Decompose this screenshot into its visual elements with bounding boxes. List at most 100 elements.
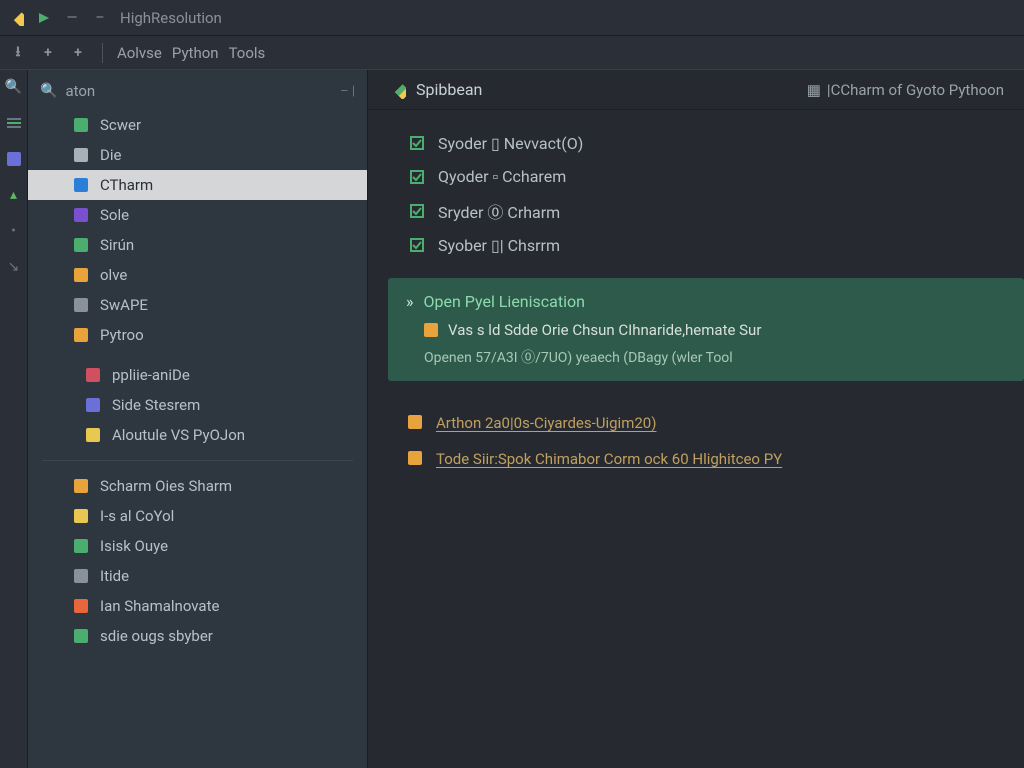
tree-item-label: Itide — [100, 567, 129, 585]
toolbar-label-3[interactable]: Tools — [229, 44, 266, 62]
toolbar-add1-icon[interactable]: + — [38, 43, 58, 63]
tree-item[interactable]: sdie ougs sbyber — [28, 621, 367, 651]
tree-item[interactable]: Scwer — [28, 110, 367, 140]
tree-item-label: SwAPE — [100, 296, 148, 314]
panel-title-row: » Open Pyel Lieniscation — [406, 292, 1006, 311]
tree-item-label: Aloutule VS PyOJon — [112, 426, 245, 444]
ouye-icon — [72, 537, 90, 555]
toolbar-label-1[interactable]: Aolvse — [117, 44, 162, 62]
swape-icon — [72, 296, 90, 314]
tree-item-label: Scharm Oies Sharm — [100, 477, 232, 495]
panel-title: Open Pyel Lieniscation — [424, 292, 585, 311]
rail-up-icon[interactable]: ▴ — [5, 186, 23, 204]
tree-item-label: sdie ougs sbyber — [100, 627, 213, 645]
scharm-icon — [72, 477, 90, 495]
link-row[interactable]: Arthon 2a0|0s-Ciyardes-Uigim20) — [408, 405, 1024, 441]
content-item-label: Syober ▯| Chsrrm — [438, 236, 560, 255]
die-icon — [72, 146, 90, 164]
toolbar-label-2[interactable]: Python — [172, 44, 219, 62]
content-links: Arthon 2a0|0s-Ciyardes-Uigim20) Tode Siir… — [368, 381, 1024, 477]
panel-quote-icon: » — [406, 292, 414, 311]
tree-item[interactable]: CTharm — [28, 170, 367, 200]
link-row[interactable]: Tode Siir:Spok Chimabor Corm ock 60 Hlig… — [408, 441, 1024, 477]
app-diamond-icon — [8, 10, 24, 26]
content-item[interactable]: Sryder ⓪ Crharm — [368, 194, 1024, 228]
olve-icon — [72, 266, 90, 284]
highlight-panel[interactable]: » Open Pyel Lieniscation Vas s ld Sdde O… — [388, 278, 1024, 381]
spyder-icon — [408, 134, 426, 152]
tree-item[interactable]: Sirún — [28, 230, 367, 260]
content-list: Syoder ▯ Nevvact(O) Qyoder ▫ Ccharem Sryde… — [368, 110, 1024, 272]
tree-item-label: Sole — [100, 206, 129, 224]
rail-search-icon[interactable]: 🔍 — [5, 78, 23, 96]
side-icon — [84, 396, 102, 414]
titlebar: — – HighResolution — [0, 0, 1024, 36]
tree-item[interactable]: Aloutule VS PyOJon — [40, 420, 367, 450]
sidebar-search[interactable]: 🔍 aton – | — [28, 78, 367, 104]
tree-separator — [42, 460, 353, 461]
tree-item[interactable]: ppliie-aniDe — [40, 360, 367, 390]
header-diamond-icon — [388, 81, 406, 99]
tree-item-label: Pytroo — [100, 326, 144, 344]
arthor-icon — [408, 415, 424, 431]
tree-item[interactable]: Scharm Oies Sharm — [28, 471, 367, 501]
minus-icon[interactable]: – — [92, 10, 108, 26]
toolbar-download-icon[interactable]: ⭳ — [8, 43, 28, 63]
content: Spibbean ▦ |CCharm of Gyoto Pythoon Syod… — [368, 70, 1024, 768]
content-header: Spibbean ▦ |CCharm of Gyoto Pythoon — [368, 70, 1024, 110]
toolbar: ⭳ + + Aolvse Python Tools — [0, 36, 1024, 70]
toolbar-add2-icon[interactable]: + — [68, 43, 88, 63]
tree-item[interactable]: SwAPE — [28, 290, 367, 320]
tree-item[interactable]: olve — [28, 260, 367, 290]
tree-item[interactable]: Side Stesrem — [40, 390, 367, 420]
tree-item[interactable]: Ian Shamalnovate — [28, 591, 367, 621]
rail-wrench-icon[interactable]: ↘ — [5, 258, 23, 276]
panel-row: Vas s ld Sdde Orie Chsun CIhnaride,hemat… — [406, 321, 1006, 339]
tree-item[interactable]: Die — [28, 140, 367, 170]
window-title: HighResolution — [120, 9, 222, 27]
tree-item-label: olve — [100, 266, 127, 284]
scwer-icon — [72, 116, 90, 134]
play-icon[interactable] — [36, 10, 52, 26]
content-crumb[interactable]: ▦ |CCharm of Gyoto Pythoon — [807, 81, 1004, 99]
syober-icon — [408, 236, 426, 254]
tode-icon — [408, 451, 424, 467]
rail-dot-icon[interactable]: • — [5, 222, 23, 240]
module-icon — [84, 426, 102, 444]
content-item[interactable]: Syober ▯| Chsrrm — [368, 228, 1024, 262]
control-icon — [72, 507, 90, 525]
tree-item[interactable]: I-s al CoYol — [28, 501, 367, 531]
sidebar-tree: Scwer Die CTharm Sole Sirún olve SwAPE Pytroo p… — [28, 104, 367, 768]
tree-item-label: ppliie-aniDe — [112, 366, 190, 384]
sole-icon — [72, 206, 90, 224]
tree-item[interactable]: Itide — [28, 561, 367, 591]
charm-icon — [72, 176, 90, 194]
qyoder-icon — [408, 168, 426, 186]
content-item[interactable]: Syoder ▯ Nevvact(O) — [368, 126, 1024, 160]
tree-item[interactable]: Sole — [28, 200, 367, 230]
tree-item[interactable]: Pytroo — [28, 320, 367, 350]
link-label: Tode Siir:Spok Chimabor Corm ock 60 Hlig… — [436, 450, 782, 468]
content-item[interactable]: Qyoder ▫ Ccharem — [368, 160, 1024, 194]
tide-icon — [72, 567, 90, 585]
activity-rail: 🔍 ▴ • ↘ — [0, 70, 28, 768]
rail-box-icon[interactable] — [5, 150, 23, 168]
main-area: 🔍 ▴ • ↘ 🔍 aton – | Scwer Die CTharm Sole Sir… — [0, 70, 1024, 768]
rail-lines-icon[interactable] — [5, 114, 23, 132]
search-collapse-icon[interactable]: – | — [340, 84, 355, 99]
tree-item-label: Side Stesrem — [112, 396, 200, 414]
tree-item-label: Die — [100, 146, 121, 164]
content-item-label: Qyoder ▫ Ccharem — [438, 167, 566, 187]
search-text: aton — [65, 82, 332, 100]
tree-item-label: Scwer — [100, 116, 141, 134]
sidebar: 🔍 aton – | Scwer Die CTharm Sole Sirún olve Sw… — [28, 70, 368, 768]
content-item-label: Sryder ⓪ Crharm — [438, 199, 560, 223]
tree-item[interactable]: Isisk Ouye — [28, 531, 367, 561]
crumb-icon: ▦ — [807, 81, 821, 99]
tree-item-label: I-s al CoYol — [100, 507, 174, 525]
sbyber-icon — [72, 627, 90, 645]
toolbar-sep — [102, 43, 103, 63]
link-label: Arthon 2a0|0s-Ciyardes-Uigim20) — [436, 414, 656, 432]
tree-item-label: CTharm — [100, 176, 153, 194]
pplite-icon — [84, 366, 102, 384]
